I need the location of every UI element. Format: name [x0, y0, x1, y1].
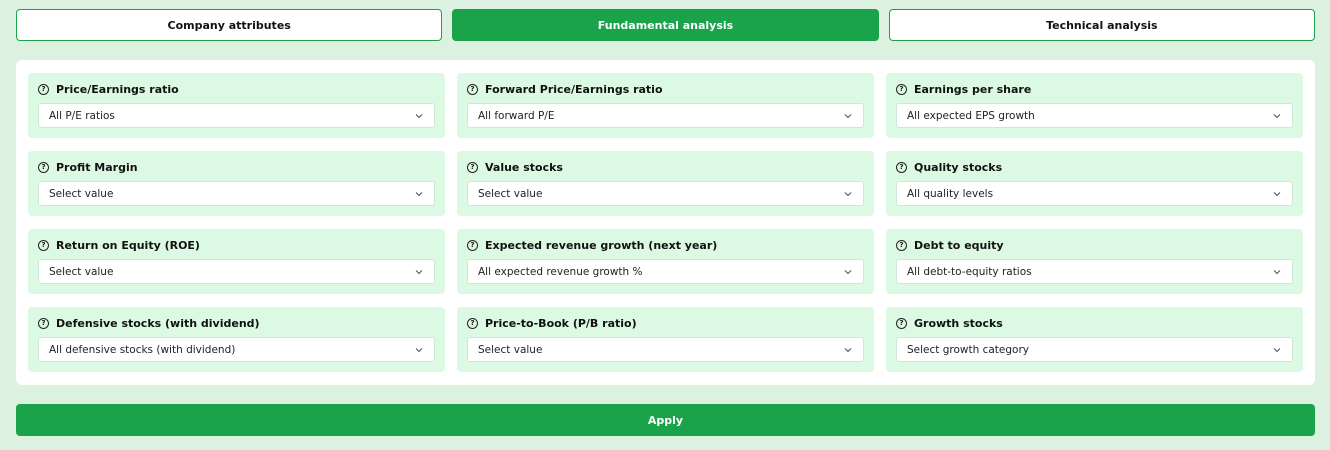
help-icon[interactable]: ? — [38, 240, 49, 251]
filter-label: Debt to equity — [914, 239, 1004, 252]
eps-select[interactable]: All expected EPS growth — [896, 103, 1293, 128]
profit-margin-select[interactable]: Select value — [38, 181, 435, 206]
growth-stocks-select[interactable]: Select growth category — [896, 337, 1293, 362]
select-value: Select value — [478, 343, 543, 356]
help-icon[interactable]: ? — [38, 84, 49, 95]
filter-label: Forward Price/Earnings ratio — [485, 83, 663, 96]
analysis-tabs: Company attributes Fundamental analysis … — [16, 9, 1315, 41]
chevron-down-icon — [844, 191, 852, 196]
filter-card-pe-ratio: ? Price/Earnings ratio All P/E ratios — [28, 73, 445, 138]
help-icon[interactable]: ? — [896, 84, 907, 95]
select-value: All expected revenue growth % — [478, 265, 643, 278]
help-icon[interactable]: ? — [896, 162, 907, 173]
select-value: All debt-to-equity ratios — [907, 265, 1032, 278]
chevron-down-icon — [1273, 347, 1281, 352]
filter-card-profit-margin: ? Profit Margin Select value — [28, 151, 445, 216]
select-value: Select value — [49, 265, 114, 278]
filter-card-price-to-book: ? Price-to-Book (P/B ratio) Select value — [457, 307, 874, 372]
help-icon[interactable]: ? — [467, 240, 478, 251]
filter-label: Profit Margin — [56, 161, 138, 174]
select-value: Select value — [49, 187, 114, 200]
filter-label: Price-to-Book (P/B ratio) — [485, 317, 637, 330]
filter-label: Price/Earnings ratio — [56, 83, 179, 96]
help-icon[interactable]: ? — [38, 318, 49, 329]
quality-stocks-select[interactable]: All quality levels — [896, 181, 1293, 206]
roe-select[interactable]: Select value — [38, 259, 435, 284]
filter-card-defensive-stocks: ? Defensive stocks (with dividend) All de… — [28, 307, 445, 372]
select-value: Select value — [478, 187, 543, 200]
select-value: All defensive stocks (with dividend) — [49, 343, 236, 356]
chevron-down-icon — [415, 347, 423, 352]
price-to-book-select[interactable]: Select value — [467, 337, 864, 362]
select-value: All forward P/E — [478, 109, 555, 122]
chevron-down-icon — [415, 113, 423, 118]
revenue-growth-select[interactable]: All expected revenue growth % — [467, 259, 864, 284]
help-icon[interactable]: ? — [896, 318, 907, 329]
filter-card-growth-stocks: ? Growth stocks Select growth category — [886, 307, 1303, 372]
chevron-down-icon — [844, 347, 852, 352]
chevron-down-icon — [844, 113, 852, 118]
tab-technical-analysis[interactable]: Technical analysis — [888, 9, 1315, 41]
select-value: Select growth category — [907, 343, 1030, 356]
filters-panel: ? Price/Earnings ratio All P/E ratios ? Fo… — [16, 60, 1315, 385]
select-value: All expected EPS growth — [907, 109, 1035, 122]
help-icon[interactable]: ? — [467, 318, 478, 329]
filter-label: Defensive stocks (with dividend) — [56, 317, 260, 330]
help-icon[interactable]: ? — [467, 162, 478, 173]
filter-card-revenue-growth: ? Expected revenue growth (next year) All… — [457, 229, 874, 294]
value-stocks-select[interactable]: Select value — [467, 181, 864, 206]
defensive-stocks-select[interactable]: All defensive stocks (with dividend) — [38, 337, 435, 362]
filter-label: Value stocks — [485, 161, 563, 174]
chevron-down-icon — [415, 191, 423, 196]
apply-button[interactable]: Apply — [16, 404, 1315, 436]
filter-card-debt-to-equity: ? Debt to equity All debt-to-equity ratio… — [886, 229, 1303, 294]
forward-pe-select[interactable]: All forward P/E — [467, 103, 864, 128]
chevron-down-icon — [1273, 269, 1281, 274]
help-icon[interactable]: ? — [38, 162, 49, 173]
select-value: All P/E ratios — [49, 109, 115, 122]
filter-card-value-stocks: ? Value stocks Select value — [457, 151, 874, 216]
filter-label: Expected revenue growth (next year) — [485, 239, 718, 252]
filter-card-eps: ? Earnings per share All expected EPS gro… — [886, 73, 1303, 138]
filter-label: Earnings per share — [914, 83, 1032, 96]
filter-label: Quality stocks — [914, 161, 1003, 174]
help-icon[interactable]: ? — [896, 240, 907, 251]
filter-card-forward-pe: ? Forward Price/Earnings ratio All forwar… — [457, 73, 874, 138]
filter-card-quality-stocks: ? Quality stocks All quality levels — [886, 151, 1303, 216]
filter-card-roe: ? Return on Equity (ROE) Select value — [28, 229, 445, 294]
select-value: All quality levels — [907, 187, 994, 200]
tab-fundamental-analysis[interactable]: Fundamental analysis — [452, 9, 879, 41]
pe-ratio-select[interactable]: All P/E ratios — [38, 103, 435, 128]
help-icon[interactable]: ? — [467, 84, 478, 95]
chevron-down-icon — [1273, 191, 1281, 196]
chevron-down-icon — [415, 269, 423, 274]
tab-company-attributes[interactable]: Company attributes — [16, 9, 443, 41]
debt-to-equity-select[interactable]: All debt-to-equity ratios — [896, 259, 1293, 284]
filter-label: Return on Equity (ROE) — [56, 239, 200, 252]
chevron-down-icon — [1273, 113, 1281, 118]
chevron-down-icon — [844, 269, 852, 274]
filter-label: Growth stocks — [914, 317, 1003, 330]
